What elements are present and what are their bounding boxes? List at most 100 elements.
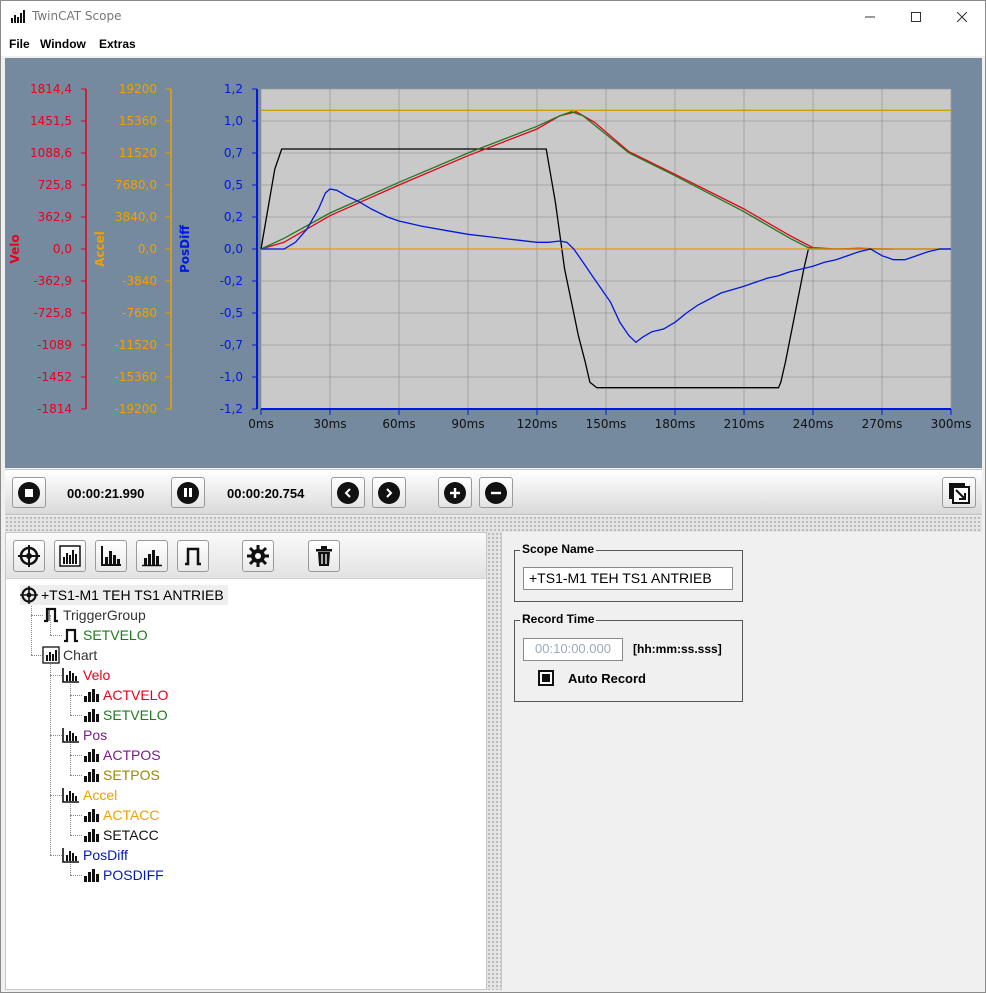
bar-chart-axis-icon xyxy=(62,787,80,803)
minimize-icon xyxy=(865,16,875,17)
settings-button[interactable] xyxy=(242,540,274,572)
accel-tick-label: 0,0 xyxy=(138,242,157,256)
tree-item-label: SETVELO xyxy=(103,707,168,723)
stop-icon xyxy=(18,481,40,504)
posdiff-tick-label: 0,2 xyxy=(224,210,243,224)
accel-tick-label: 19200 xyxy=(119,82,157,96)
x-tick-label: 300ms xyxy=(931,417,972,431)
tree-item-triggergroup[interactable]: TriggerGroup xyxy=(42,605,146,625)
display-time-readout: 00:00:20.754 xyxy=(227,486,305,501)
scope-name-group: Scope Name +TS1-M1 TEH TS1 ANTRIEB xyxy=(514,542,743,602)
auto-record-label: Auto Record xyxy=(568,671,646,686)
project-tree-pane: +TS1-M1 TEH TS1 ANTRIEB TriggerGroup SET… xyxy=(5,532,487,990)
tree-item-label: ACTACC xyxy=(103,807,160,823)
tree-item-scope[interactable]: +TS1-M1 TEH TS1 ANTRIEB xyxy=(20,585,228,605)
menu-file[interactable]: File xyxy=(9,37,30,51)
tree-item-posdiff[interactable]: POSDIFF xyxy=(82,865,164,885)
trigger-pulse-icon xyxy=(62,627,80,643)
close-icon xyxy=(957,11,967,22)
posdiff-tick-label: -1,0 xyxy=(220,370,243,384)
tree-item-actvelo[interactable]: ACTVELO xyxy=(82,685,168,705)
add-scope-button[interactable] xyxy=(13,540,45,572)
posdiff-tick-label: -0,5 xyxy=(220,306,243,320)
add-axis-button[interactable] xyxy=(95,540,127,572)
tree-item-axis-pos[interactable]: Pos xyxy=(62,725,107,745)
record-time-group: Record Time 00:10:00.000 [hh:mm:ss.sss] … xyxy=(514,612,743,702)
x-tick-label: 120ms xyxy=(517,417,558,431)
delete-button[interactable] xyxy=(308,540,340,572)
chart-grid-icon xyxy=(59,545,81,567)
scope-chart[interactable]: 1814,4 1451,5 1088,6 725,8 362,9 0,0 -362,9 -72… xyxy=(5,58,982,468)
velo-tick-label: 1814,4 xyxy=(30,82,72,96)
chevron-left-icon xyxy=(337,481,359,504)
tree-item-actacc[interactable]: ACTACC xyxy=(82,805,160,825)
scope-window: TwinCAT Scope File Window Extras 1814,4 1… xyxy=(0,0,986,993)
posdiff-axis-label: PosDiff xyxy=(178,225,192,273)
zoom-in-button[interactable] xyxy=(438,477,472,508)
plus-icon xyxy=(444,481,466,504)
tree-item-label: SETVELO xyxy=(83,627,148,643)
minimize-button[interactable] xyxy=(847,1,893,32)
tree-item-chart[interactable]: Chart xyxy=(42,645,97,665)
tree-item-label: +TS1-M1 TEH TS1 ANTRIEB xyxy=(41,587,224,603)
tree-item-actpos[interactable]: ACTPOS xyxy=(82,745,161,765)
tree-item-label: Accel xyxy=(83,787,118,803)
bar-chart-icon xyxy=(82,747,100,763)
scope-name-input[interactable]: +TS1-M1 TEH TS1 ANTRIEB xyxy=(523,567,733,590)
title-bar: TwinCAT Scope xyxy=(1,1,985,32)
tree-item-label: Pos xyxy=(83,727,108,743)
close-button[interactable] xyxy=(939,1,985,32)
tree-item-setacc[interactable]: SETACC xyxy=(82,825,159,845)
bar-chart-axis-icon xyxy=(62,847,80,863)
posdiff-tick-label: 0,5 xyxy=(224,178,243,192)
tree-toolbar xyxy=(6,533,486,579)
record-time-title: Record Time xyxy=(520,612,597,626)
velo-tick-label: -1089 xyxy=(37,338,72,352)
tree-item-axis-posdiff[interactable]: PosDiff xyxy=(62,845,128,865)
tree-item-label: SETACC xyxy=(103,827,159,843)
velo-tick-label: 725,8 xyxy=(38,178,72,192)
accel-tick-label: 7680,0 xyxy=(115,178,157,192)
velo-tick-label: 1451,5 xyxy=(30,114,72,128)
menu-extras[interactable]: Extras xyxy=(99,37,136,51)
tree-item-label: ACTVELO xyxy=(103,687,169,703)
pause-icon xyxy=(177,481,199,504)
accel-tick-label: -3840 xyxy=(122,274,157,288)
record-time-unit: [hh:mm:ss.sss] xyxy=(633,642,722,656)
tree-item-setvelo[interactable]: SETVELO xyxy=(82,705,168,725)
posdiff-tick-label: 1,0 xyxy=(224,114,243,128)
tree-item-setpos[interactable]: SETPOS xyxy=(82,765,160,785)
tree-item-axis-velo[interactable]: Velo xyxy=(62,665,110,685)
velo-tick-label: -725,8 xyxy=(33,306,72,320)
properties-pane: Scope Name +TS1-M1 TEH TS1 ANTRIEB Recor… xyxy=(501,532,982,990)
velo-tick-label: -362,9 xyxy=(33,274,72,288)
tree-item-axis-accel[interactable]: Accel xyxy=(62,785,117,805)
tree-item-trigger-setvelo[interactable]: SETVELO xyxy=(62,625,148,645)
chart-grid-icon xyxy=(42,646,60,664)
scroll-left-button[interactable] xyxy=(331,477,365,508)
horizontal-splitter[interactable] xyxy=(5,516,982,532)
add-chart-button[interactable] xyxy=(54,540,86,572)
menu-window[interactable]: Window xyxy=(40,37,86,51)
add-trigger-button[interactable] xyxy=(177,540,209,572)
pause-button[interactable] xyxy=(171,477,205,508)
tree-item-label: POSDIFF xyxy=(103,867,164,883)
x-tick-label: 270ms xyxy=(862,417,903,431)
velo-tick-label: -1814 xyxy=(37,402,72,416)
chart-area[interactable]: 1814,4 1451,5 1088,6 725,8 362,9 0,0 -362,9 -72… xyxy=(5,58,982,468)
tree-item-label: PosDiff xyxy=(83,847,128,863)
zoom-out-button[interactable] xyxy=(479,477,513,508)
record-time-input[interactable]: 00:10:00.000 xyxy=(523,638,623,661)
undock-button[interactable] xyxy=(942,477,976,508)
auto-record-checkbox[interactable] xyxy=(538,670,554,686)
stop-button[interactable] xyxy=(12,477,46,508)
minus-icon xyxy=(485,481,507,504)
add-channel-button[interactable] xyxy=(136,540,168,572)
target-icon xyxy=(20,586,38,604)
bar-chart-icon xyxy=(82,867,100,883)
scroll-right-button[interactable] xyxy=(372,477,406,508)
posdiff-tick-label: 1,2 xyxy=(224,82,243,96)
bar-chart-icon xyxy=(82,827,100,843)
vertical-splitter[interactable] xyxy=(487,532,501,990)
maximize-button[interactable] xyxy=(893,1,939,32)
